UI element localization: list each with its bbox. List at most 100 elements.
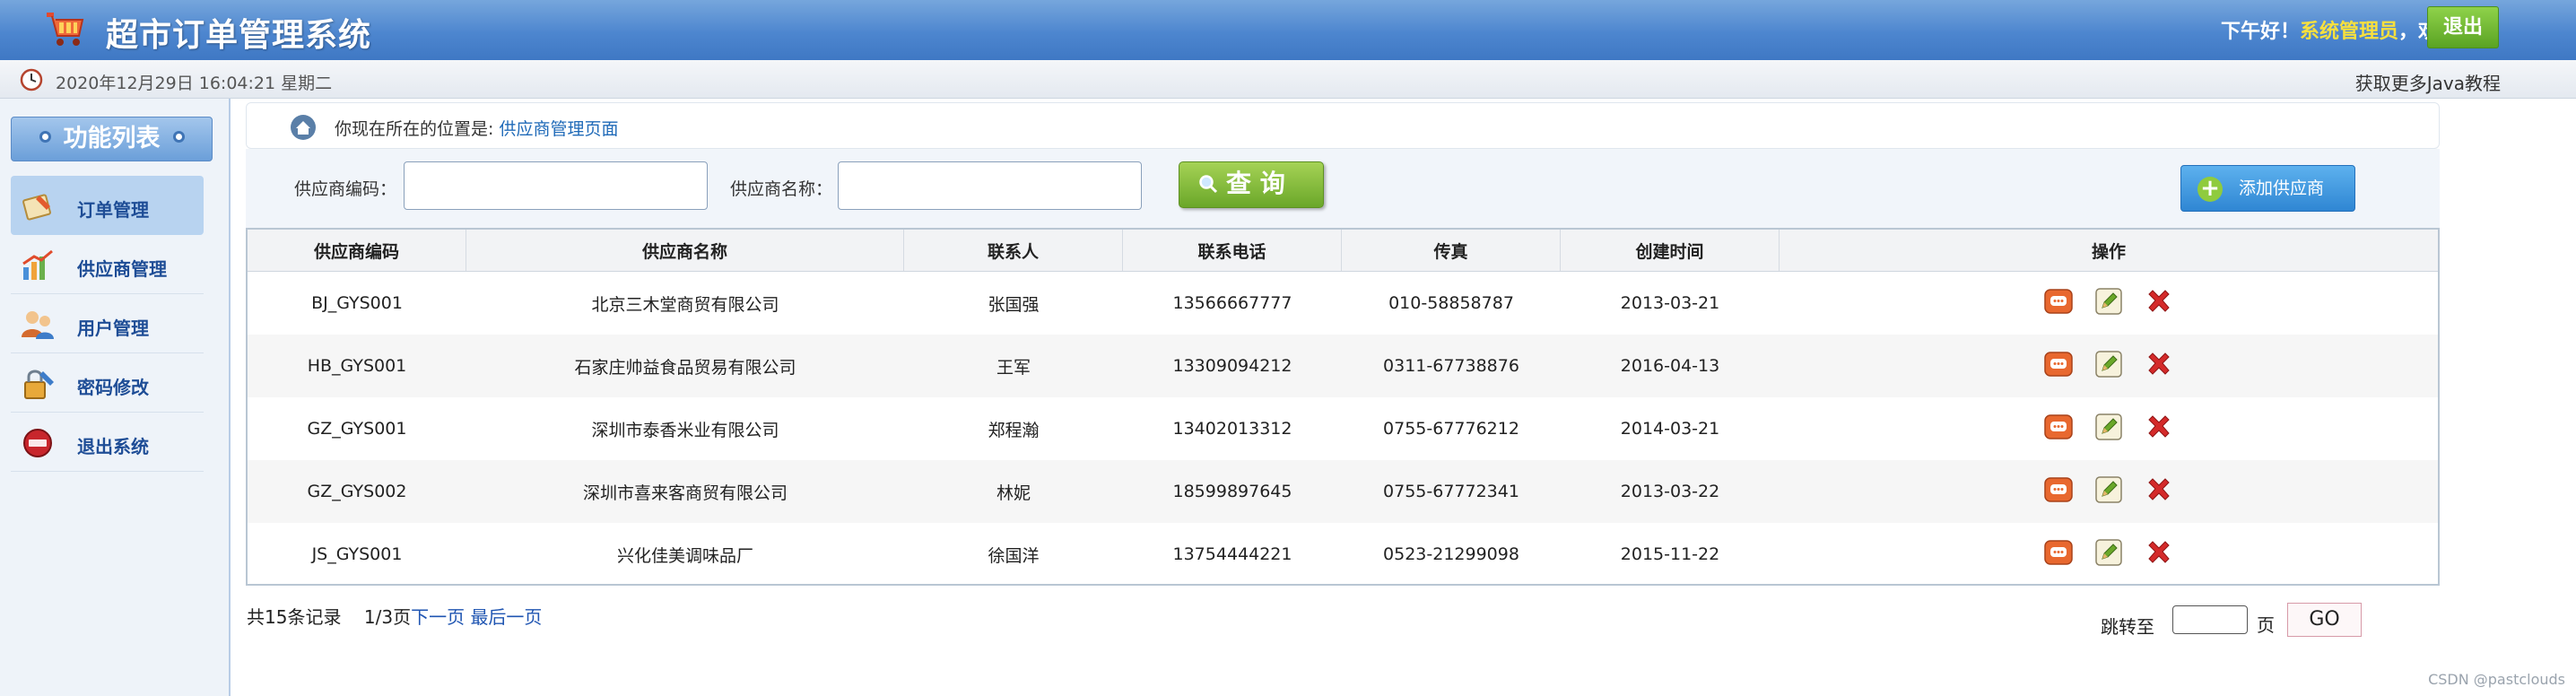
supplier-name-label: 供应商名称： [730,179,833,199]
table-header-row: 供应商编码 供应商名称 联系人 联系电话 传真 创建时间 操作 [248,230,2438,272]
delete-icon[interactable] [2144,412,2174,447]
total-records: 共15条记录 [247,606,342,628]
table-cell: 郑程瀚 [988,420,1040,440]
breadcrumb-prefix: 你现在所在的位置是: [335,119,494,139]
greeting-prefix: 下午好！ [2220,21,2300,43]
breadcrumb-text: 你现在所在的位置是: 供应商管理页面 [335,116,618,140]
go-button[interactable]: GO [2287,603,2362,637]
table-cell: HB_GYS001 [307,356,407,376]
sidebar-item-label: 退出系统 [77,436,149,457]
edit-icon[interactable] [2093,286,2124,321]
query-button-label: 查 询 [1226,169,1285,198]
jump-to-label: 跳转至 [2101,616,2154,638]
table-cell: GZ_GYS001 [307,419,407,439]
view-icon[interactable] [2043,474,2074,509]
table-row: GZ_GYS001 深圳市泰香米业有限公司 郑程瀚 13402013312 0755-6… [248,397,2438,460]
sidebar: 功能列表 订单管理 供应商管理 用户管理 密码修改 退出系统 [0,99,231,696]
table-cell: 13566667777 [1172,293,1292,313]
add-supplier-button[interactable]: + 添加供应商 [2180,165,2355,212]
view-icon[interactable] [2043,349,2074,384]
column-header: 操作 [2091,241,2126,262]
table-cell: 0311-67738876 [1383,356,1519,376]
table-cell: 徐国洋 [988,545,1040,566]
view-icon[interactable] [2043,412,2074,447]
query-button[interactable]: 查 询 [1179,161,1324,208]
table-row: BJ_GYS001 北京三木堂商贸有限公司 张国强 13566667777 010-58… [248,272,2438,335]
sidebar-item-label: 订单管理 [77,199,149,221]
table-cell: 13309094212 [1172,356,1292,376]
table-cell: BJ_GYS001 [311,293,403,313]
supplier-table: 供应商编码 供应商名称 联系人 联系电话 传真 创建时间 操作 BJ_GYS00… [246,228,2440,586]
table-row: HB_GYS001 石家庄帅益食品贸易有限公司 王军 13309094212 0311-… [248,335,2438,397]
edit-icon[interactable] [2093,537,2124,572]
sidebar-item-suppliers[interactable]: 供应商管理 [11,235,204,294]
table-cell: 张国强 [988,294,1040,315]
row-actions [1780,460,2438,523]
edit-icon[interactable] [2093,349,2124,384]
table-cell: 0755-67776212 [1383,419,1519,439]
password-icon [24,370,54,399]
edit-icon[interactable] [2093,474,2124,509]
sidebar-item-orders[interactable]: 订单管理 [11,176,204,235]
table-cell: 林妮 [996,483,1031,503]
current-datetime: 2020年12月29日 16:04:21 星期二 [56,74,333,93]
table-cell: 13754444221 [1172,544,1292,564]
app-header: 超市订单管理系统 下午好！系统管理员，欢迎你！ 退出 [0,0,2576,60]
table-cell: 石家庄帅益食品贸易有限公司 [574,357,796,378]
delete-icon[interactable] [2144,349,2174,384]
table-cell: 13402013312 [1172,419,1292,439]
sidebar-item-users[interactable]: 用户管理 [11,294,204,353]
table-cell: 18599897645 [1172,482,1292,501]
page-indicator: 1/3页 [363,606,412,628]
sidebar-item-label: 用户管理 [77,318,149,339]
delete-icon[interactable] [2144,474,2174,509]
row-actions [1780,397,2438,460]
table-cell: GZ_GYS002 [307,482,407,501]
supplier-code-label: 供应商编码： [294,179,397,199]
table-cell: 0755-67772341 [1383,482,1519,501]
table-cell: 0523-21299098 [1383,544,1519,564]
sidebar-item-password[interactable]: 密码修改 [11,353,204,413]
sidebar-item-label: 密码修改 [77,377,149,398]
edit-icon[interactable] [2093,412,2124,447]
view-icon[interactable] [2043,286,2074,321]
watermark: CSDN @pastclouds [2428,671,2565,688]
delete-icon[interactable] [2144,537,2174,572]
breadcrumb-current[interactable]: 供应商管理页面 [499,119,618,139]
bullet-icon [172,131,185,143]
next-page-link[interactable]: 下一页 [411,606,465,628]
supplier-icon [22,249,53,280]
table-cell: 010-58858787 [1388,293,1514,313]
logout-button[interactable]: 退出 [2427,6,2499,48]
column-header: 联系人 [904,230,1123,271]
page-number-input[interactable] [2172,605,2248,634]
more-java-tutorials-link[interactable]: 获取更多Java教程 [2355,69,2501,95]
info-bar: 2020年12月29日 16:04:21 星期二 获取更多Java教程 [0,60,2576,99]
table-cell: 兴化佳美调味品厂 [616,545,753,566]
table-cell: 北京三木堂商贸有限公司 [591,294,779,315]
column-header: 传真 [1342,230,1561,271]
sidebar-item-label: 供应商管理 [77,258,167,280]
row-actions [1780,335,2438,397]
last-page-link[interactable]: 最后一页 [470,606,542,628]
page-unit-label: 页 [2257,614,2275,636]
column-header: 创建时间 [1561,230,1780,271]
bullet-icon [39,131,51,143]
sidebar-item-exit[interactable]: 退出系统 [11,413,204,472]
row-actions [1780,272,2438,335]
delete-icon[interactable] [2144,286,2174,321]
supplier-name-input[interactable] [838,161,1142,210]
row-actions [1780,523,2438,586]
pagination-info: 共15条记录 1/3页下一页 最后一页 [247,603,542,629]
order-icon [22,194,51,221]
sidebar-heading-label: 功能列表 [63,125,161,152]
search-bar: 供应商编码： 供应商名称： 查 询 + 添加供应商 [246,149,2440,228]
table-cell: JS_GYS001 [311,544,403,564]
home-icon [291,115,316,140]
search-icon [1199,175,1218,194]
view-icon[interactable] [2043,537,2074,572]
supplier-code-input[interactable] [404,161,708,210]
add-supplier-label: 添加供应商 [2239,178,2325,198]
table-cell: 2016-04-13 [1620,356,1720,376]
user-icon [22,311,54,339]
